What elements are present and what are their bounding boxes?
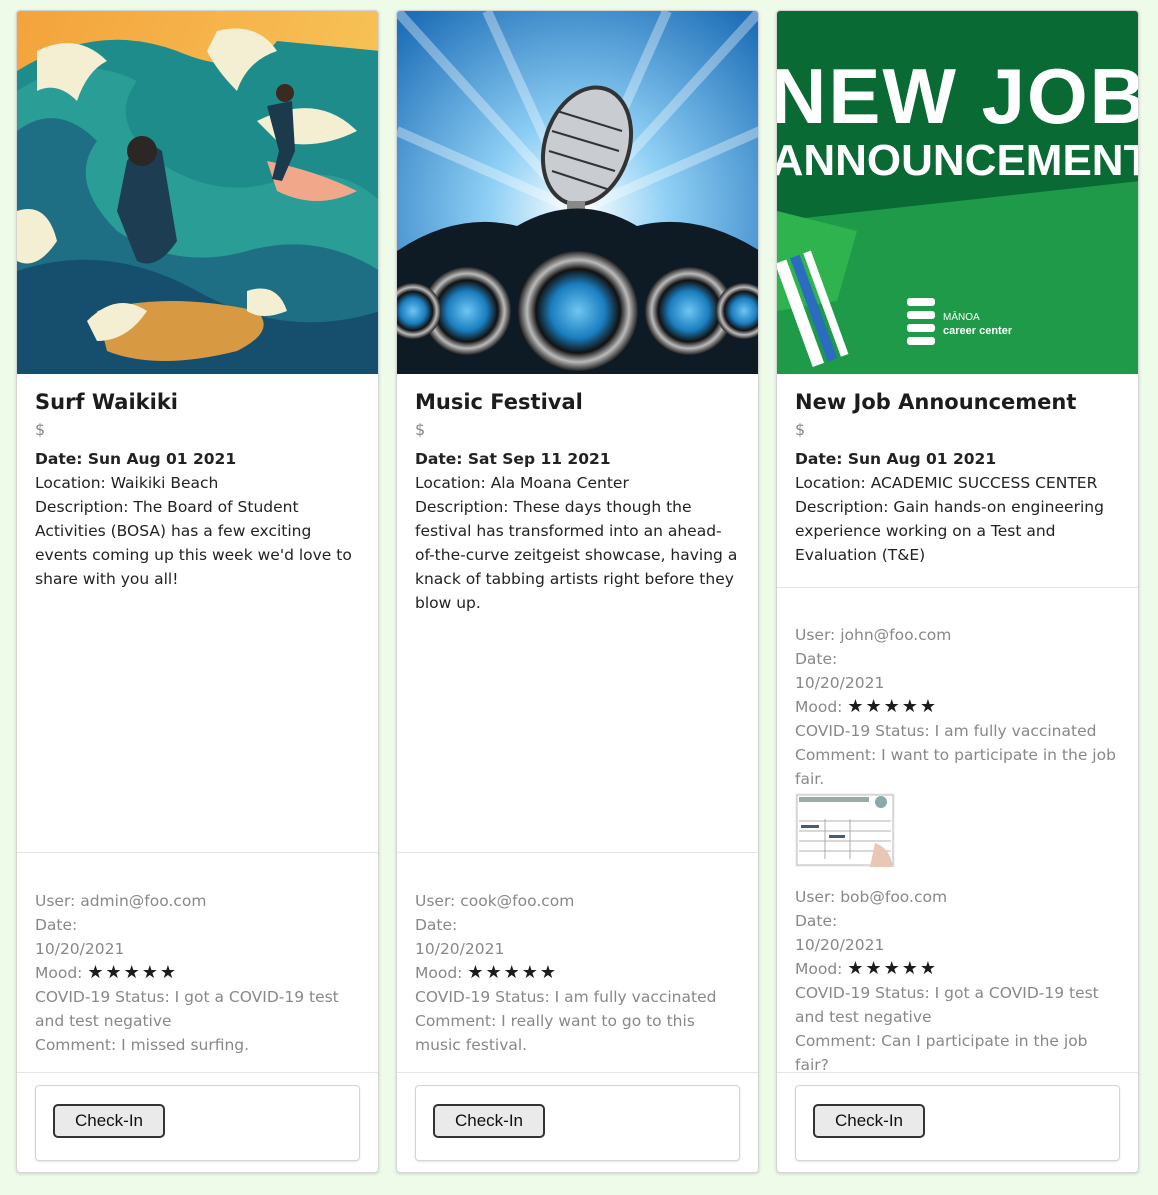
event-title: Surf Waikiki [35, 390, 178, 414]
event-date: Date: Sun Aug 01 2021 [35, 450, 237, 468]
check-in-button[interactable]: Check-In [53, 1104, 165, 1138]
note-comment: Comment: Can I participate in the job fa… [795, 1032, 1088, 1074]
divider [397, 1072, 758, 1073]
checkin-notes: User: admin@foo.com Date: 10/20/2021 Moo… [35, 889, 360, 1057]
event-card-music: Music Festival $ Date: Sat Sep 11 2021 L… [396, 10, 759, 1173]
note-mood: Mood: ★★★★★ [795, 695, 1120, 719]
note-comment: Comment: I really want to go to this mus… [415, 1012, 695, 1054]
note-mood-label: Mood: [415, 964, 463, 982]
note-item: User: john@foo.com Date: 10/20/2021 Mood… [795, 623, 1120, 867]
note-covid-status: COVID-19 Status: I got a COVID-19 test a… [795, 984, 1099, 1026]
note-covid-status: COVID-19 Status: I am fully vaccinated [415, 988, 717, 1006]
image-logo-subtext: career center [943, 325, 1013, 337]
note-date: 10/20/2021 [415, 940, 505, 958]
note-comment: Comment: I want to participate in the jo… [795, 746, 1116, 788]
checkin-form: Check-In [35, 1085, 360, 1161]
note-mood-label: Mood: [795, 960, 843, 978]
event-image [17, 11, 378, 374]
event-price: $ [35, 420, 46, 439]
star-rating-icon: ★★★★★ [467, 962, 559, 983]
star-rating-icon: ★★★★★ [87, 962, 179, 983]
note-user: User: bob@foo.com [795, 888, 948, 906]
divider [17, 852, 378, 853]
note-user: User: cook@foo.com [415, 892, 575, 910]
note-covid-status: COVID-19 Status: I am fully vaccinated [795, 722, 1097, 740]
star-rating-icon: ★★★★★ [847, 696, 939, 717]
image-subheadline-text: ANNOUNCEMENT [777, 136, 1139, 185]
note-date: 10/20/2021 [795, 674, 885, 692]
note-date: 10/20/2021 [795, 936, 885, 954]
event-title: Music Festival [415, 390, 583, 414]
note-user: User: admin@foo.com [35, 892, 207, 910]
event-description: Description: These days though the festi… [415, 498, 738, 612]
checkin-form: Check-In [795, 1085, 1120, 1161]
note-mood-label: Mood: [795, 698, 843, 716]
event-description: Description: Gain hands-on engineering e… [795, 498, 1104, 564]
divider [17, 1072, 378, 1073]
note-date-label: Date: [795, 650, 838, 668]
event-price: $ [415, 420, 426, 439]
note-mood: Mood: ★★★★★ [795, 957, 1120, 981]
checkin-notes: User: cook@foo.com Date: 10/20/2021 Mood… [415, 889, 740, 1057]
event-date: Date: Sat Sep 11 2021 [415, 450, 611, 468]
note-user: User: john@foo.com [795, 626, 952, 644]
divider [397, 852, 758, 853]
note-item: User: bob@foo.com Date: 10/20/2021 Mood:… [795, 885, 1120, 1077]
note-date-label: Date: [35, 916, 78, 934]
note-item: User: cook@foo.com Date: 10/20/2021 Mood… [415, 889, 740, 1057]
star-rating-icon: ★★★★★ [847, 958, 939, 979]
check-in-button[interactable]: Check-In [813, 1104, 925, 1138]
checkin-notes: User: john@foo.com Date: 10/20/2021 Mood… [795, 623, 1120, 1077]
event-image [397, 11, 758, 374]
event-card-job: NEW JOB ANNOUNCEMENT MĀNOA career center… [776, 10, 1139, 1173]
event-title: New Job Announcement [795, 390, 1077, 414]
note-item: User: admin@foo.com Date: 10/20/2021 Moo… [35, 889, 360, 1057]
event-image: NEW JOB ANNOUNCEMENT MĀNOA career center [777, 11, 1139, 374]
note-date: 10/20/2021 [35, 940, 125, 958]
event-location: Location: Ala Moana Center [415, 474, 629, 492]
divider [777, 587, 1138, 588]
event-description: Description: The Board of Student Activi… [35, 498, 352, 588]
note-covid-status: COVID-19 Status: I got a COVID-19 test a… [35, 988, 339, 1030]
event-location: Location: Waikiki Beach [35, 474, 219, 492]
image-headline-text: NEW JOB [777, 52, 1139, 140]
note-date-label: Date: [795, 912, 838, 930]
note-mood: Mood: ★★★★★ [35, 961, 360, 985]
vaccination-card-photo [795, 793, 895, 867]
note-comment: Comment: I missed surfing. [35, 1036, 250, 1054]
event-date: Date: Sun Aug 01 2021 [795, 450, 997, 468]
note-date-label: Date: [415, 916, 458, 934]
event-location: Location: ACADEMIC SUCCESS CENTER [795, 474, 1098, 492]
image-logo-text: MĀNOA [943, 311, 980, 323]
event-card-surf: Surf Waikiki $ Date: Sun Aug 01 2021 Loc… [16, 10, 379, 1173]
note-mood: Mood: ★★★★★ [415, 961, 740, 985]
checkin-form: Check-In [415, 1085, 740, 1161]
event-price: $ [795, 420, 806, 439]
check-in-button[interactable]: Check-In [433, 1104, 545, 1138]
note-mood-label: Mood: [35, 964, 83, 982]
divider [777, 1072, 1138, 1073]
